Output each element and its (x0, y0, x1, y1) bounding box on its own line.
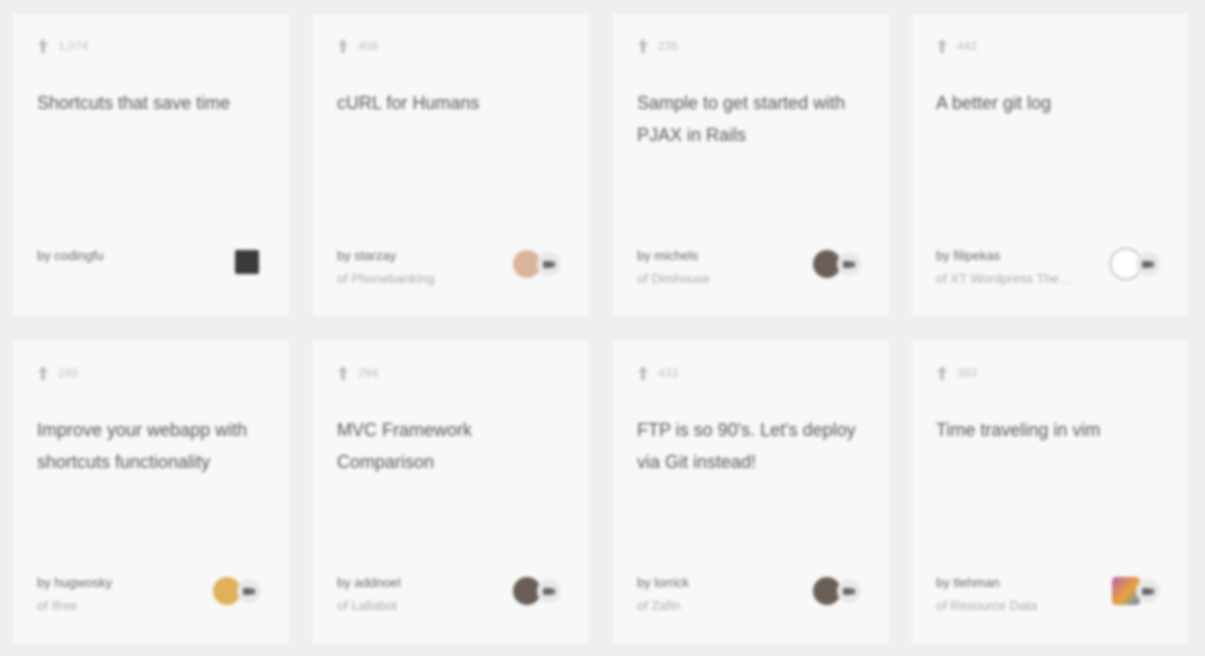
author-avatar[interactable] (233, 248, 261, 276)
project-card[interactable]: 294 MVC Framework Comparison by addnoel … (313, 341, 589, 643)
upvote-arrow-icon[interactable] (337, 38, 349, 54)
vote-counter[interactable]: 433 (637, 365, 678, 381)
vote-counter[interactable]: 1,074 (37, 38, 88, 54)
vote-counter[interactable]: 235 (637, 38, 678, 54)
author-info: by addnoel of Lallabot (337, 571, 517, 617)
vote-count: 383 (957, 366, 978, 380)
card-title[interactable]: Time traveling in vim (936, 414, 1168, 446)
avatar-group (1110, 575, 1160, 607)
avatar-group (233, 248, 261, 276)
author-name[interactable]: by hugwosky (37, 571, 217, 594)
vote-counter[interactable]: 442 (936, 38, 977, 54)
vote-counter[interactable]: 294 (337, 365, 378, 381)
vote-count: 408 (358, 39, 379, 53)
project-card[interactable]: 433 FTP is so 90's. Let's deploy via Git… (613, 341, 889, 643)
author-name[interactable]: by lorrick (637, 571, 817, 594)
avatar-group (511, 575, 561, 607)
vote-count: 1,074 (58, 39, 89, 53)
camera-icon (1136, 579, 1160, 603)
avatar-group (811, 575, 861, 607)
author-organization[interactable]: of XT Wordpress Theme (936, 267, 1076, 290)
author-info: by hugwosky of Ifree (37, 571, 217, 617)
camera-icon (837, 252, 861, 276)
author-organization[interactable]: of Dimhouse (637, 267, 777, 290)
vote-count: 294 (358, 366, 379, 380)
upvote-arrow-icon[interactable] (936, 365, 948, 381)
card-title[interactable]: Sample to get started with PJAX in Rails (637, 87, 869, 151)
vote-count: 235 (658, 39, 679, 53)
author-organization[interactable]: of Lallabot (337, 594, 477, 617)
project-card[interactable]: 235 Sample to get started with PJAX in R… (613, 14, 889, 316)
card-title[interactable]: Improve your webapp with shortcuts funct… (37, 414, 269, 478)
avatar-group (1110, 248, 1160, 280)
project-card[interactable]: 245 Improve your webapp with shortcuts f… (13, 341, 289, 643)
author-info: by tlehman of Resource Data (936, 571, 1116, 617)
camera-icon (537, 579, 561, 603)
camera-icon (837, 579, 861, 603)
avatar-group (211, 575, 261, 607)
vote-counter[interactable]: 383 (936, 365, 977, 381)
author-info: by lorrick of Zafin (637, 571, 817, 617)
upvote-arrow-icon[interactable] (337, 365, 349, 381)
camera-icon (1136, 252, 1160, 276)
author-info: by starzay of Phonebanking (337, 244, 517, 290)
avatar-group (811, 248, 861, 280)
upvote-arrow-icon[interactable] (637, 38, 649, 54)
upvote-arrow-icon[interactable] (37, 365, 49, 381)
author-organization[interactable]: of Phonebanking (337, 267, 477, 290)
camera-icon (537, 252, 561, 276)
author-name[interactable]: by michels (637, 244, 817, 267)
project-card[interactable]: 1,074 Shortcuts that save time by coding… (13, 14, 289, 316)
vote-count: 245 (58, 366, 79, 380)
project-card[interactable]: 408 cURL for Humans by starzay of Phoneb… (313, 14, 589, 316)
author-name[interactable]: by codingfu (37, 244, 217, 267)
author-name[interactable]: by filipekas (936, 244, 1116, 267)
author-name[interactable]: by tlehman (936, 571, 1116, 594)
project-card[interactable]: 442 A better git log by filipekas of XT … (912, 14, 1188, 316)
upvote-arrow-icon[interactable] (37, 38, 49, 54)
project-card[interactable]: 383 Time traveling in vim by tlehman of … (912, 341, 1188, 643)
upvote-arrow-icon[interactable] (637, 365, 649, 381)
camera-icon (237, 579, 261, 603)
author-organization[interactable]: of Zafin (637, 594, 777, 617)
author-info: by michels of Dimhouse (637, 244, 817, 290)
card-title[interactable]: FTP is so 90's. Let's deploy via Git ins… (637, 414, 869, 478)
card-title[interactable]: cURL for Humans (337, 87, 569, 119)
upvote-arrow-icon[interactable] (936, 38, 948, 54)
card-title[interactable]: MVC Framework Comparison (337, 414, 569, 478)
avatar-group (511, 248, 561, 280)
author-organization[interactable]: of Ifree (37, 594, 177, 617)
author-organization[interactable]: of Resource Data (936, 594, 1076, 617)
author-info: by filipekas of XT Wordpress Theme (936, 244, 1116, 290)
vote-counter[interactable]: 245 (37, 365, 78, 381)
vote-counter[interactable]: 408 (337, 38, 378, 54)
card-title[interactable]: A better git log (936, 87, 1168, 119)
author-name[interactable]: by starzay (337, 244, 517, 267)
card-grid: 1,074 Shortcuts that save time by coding… (0, 0, 1205, 656)
author-name[interactable]: by addnoel (337, 571, 517, 594)
vote-count: 442 (957, 39, 978, 53)
card-title[interactable]: Shortcuts that save time (37, 87, 269, 119)
author-info: by codingfu (37, 244, 217, 267)
vote-count: 433 (658, 366, 679, 380)
